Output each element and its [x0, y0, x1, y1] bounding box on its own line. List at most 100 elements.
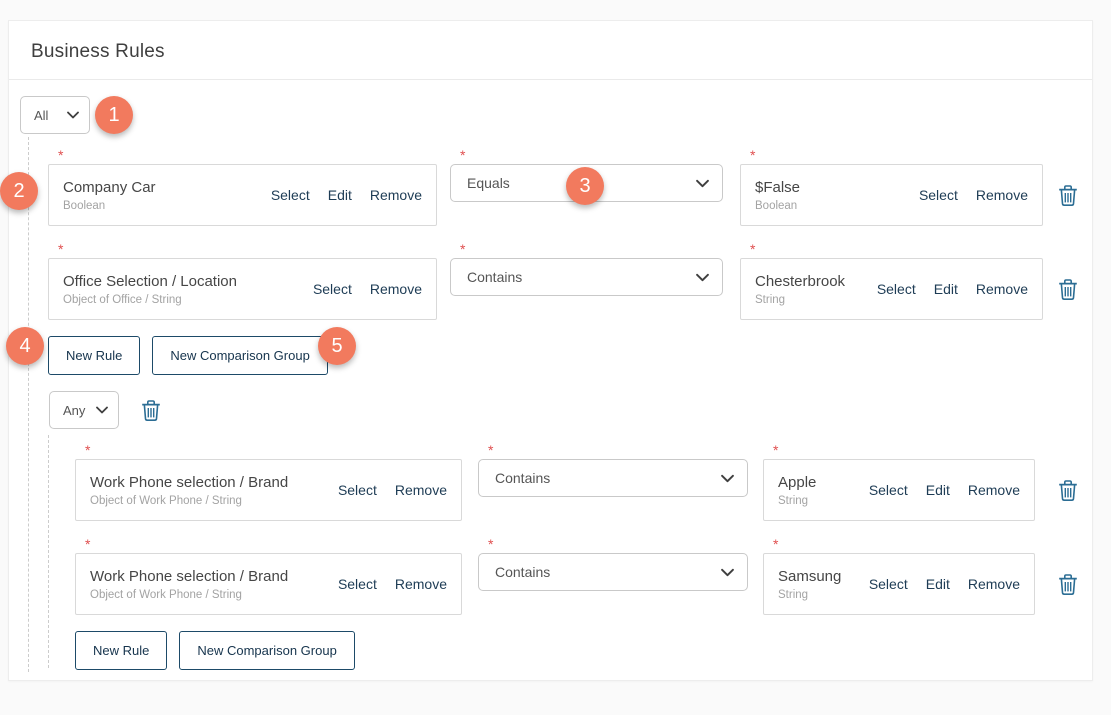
field-title: Office Selection / Location: [63, 273, 301, 290]
field-type: Object of Work Phone / String: [90, 589, 326, 601]
chevron-down-icon: [721, 474, 734, 483]
field-type: Object of Office / String: [63, 294, 301, 306]
select-link[interactable]: Select: [313, 281, 352, 297]
new-rule-button[interactable]: New Rule: [48, 336, 140, 375]
select-link[interactable]: Select: [338, 482, 377, 498]
value-titles: Samsung String: [778, 568, 857, 601]
new-comparison-group-button[interactable]: New Comparison Group: [152, 336, 327, 375]
field-type: Object of Work Phone / String: [90, 495, 326, 507]
delete-rule-wrap: [1058, 553, 1078, 615]
value-type: String: [755, 294, 865, 306]
callout-badge-5: 5: [318, 327, 356, 365]
operator-select[interactable]: Contains: [450, 258, 723, 296]
field-actions: Select Remove: [338, 482, 447, 498]
nested-rules-container: * Work Phone selection / Brand Object of…: [75, 443, 1092, 670]
select-link[interactable]: Select: [869, 576, 908, 592]
edit-link[interactable]: Edit: [328, 187, 352, 203]
operator-select[interactable]: Contains: [478, 459, 748, 497]
value-title: $False: [755, 179, 907, 196]
group-logic-row: All 1: [20, 96, 1092, 134]
nested-group-logic-select[interactable]: Any: [49, 391, 119, 429]
delete-rule-wrap: [1058, 258, 1078, 320]
value-type: Boolean: [755, 200, 907, 212]
business-rules-card: Business Rules 2 3 4 5 All 1 * Com: [8, 20, 1093, 681]
edit-link[interactable]: Edit: [934, 281, 958, 297]
trash-icon: [1058, 479, 1078, 501]
required-asterisk: *: [773, 443, 1035, 458]
group-connector-line: [28, 137, 29, 672]
select-link[interactable]: Select: [919, 187, 958, 203]
delete-rule-wrap: [1058, 459, 1078, 521]
delete-rule-button[interactable]: [1058, 479, 1078, 501]
value-title: Samsung: [778, 568, 857, 585]
value-actions: Select Remove: [919, 187, 1028, 203]
value-type: String: [778, 589, 857, 601]
field-actions: Select Remove: [338, 576, 447, 592]
callout-badge-2: 2: [0, 172, 38, 210]
chevron-down-icon: [96, 406, 108, 414]
field-actions: Select Edit Remove: [271, 187, 422, 203]
edit-link[interactable]: Edit: [926, 576, 950, 592]
value-titles: $False Boolean: [755, 179, 907, 212]
select-link[interactable]: Select: [877, 281, 916, 297]
callout-badge-3: 3: [566, 167, 604, 205]
remove-link[interactable]: Remove: [370, 187, 422, 203]
group-logic-value: All: [34, 108, 48, 123]
value-column: * Apple String Select Edit Remove: [763, 443, 1035, 521]
value-actions: Select Edit Remove: [869, 576, 1020, 592]
field-column: * Work Phone selection / Brand Object of…: [75, 537, 462, 615]
value-column: * Chesterbrook String Select Edit Remove: [740, 242, 1043, 320]
group-logic-select[interactable]: All: [20, 96, 90, 134]
new-rule-button[interactable]: New Rule: [75, 631, 167, 670]
nested-comparison-group: Any * Work Phone selec: [48, 391, 1092, 670]
nested-group-connector-line: [48, 435, 49, 668]
remove-link[interactable]: Remove: [968, 576, 1020, 592]
remove-link[interactable]: Remove: [968, 482, 1020, 498]
required-asterisk: *: [488, 443, 748, 458]
select-link[interactable]: Select: [338, 576, 377, 592]
field-title: Company Car: [63, 179, 259, 196]
value-title: Chesterbrook: [755, 273, 865, 290]
remove-link[interactable]: Remove: [976, 187, 1028, 203]
edit-link[interactable]: Edit: [926, 482, 950, 498]
operator-select[interactable]: Contains: [478, 553, 748, 591]
field-box: Work Phone selection / Brand Object of W…: [75, 459, 462, 521]
field-title: Work Phone selection / Brand: [90, 474, 326, 491]
value-column: * $False Boolean Select Remove: [740, 148, 1043, 226]
remove-link[interactable]: Remove: [976, 281, 1028, 297]
operator-value: Contains: [467, 269, 522, 285]
delete-rule-button[interactable]: [1058, 573, 1078, 595]
select-link[interactable]: Select: [869, 482, 908, 498]
value-box: Chesterbrook String Select Edit Remove: [740, 258, 1043, 320]
card-body: 2 3 4 5 All 1 * Company Car Boolean: [9, 80, 1092, 680]
field-actions: Select Remove: [313, 281, 422, 297]
chevron-down-icon: [696, 179, 709, 188]
value-box: $False Boolean Select Remove: [740, 164, 1043, 226]
required-asterisk: *: [750, 148, 1043, 163]
delete-rule-button[interactable]: [1058, 184, 1078, 206]
nested-group-logic-row: Any: [49, 391, 1092, 429]
rule-row: * Work Phone selection / Brand Object of…: [75, 443, 1092, 521]
operator-column: * Contains: [450, 242, 723, 296]
operator-value: Equals: [467, 175, 510, 191]
new-comparison-group-button[interactable]: New Comparison Group: [179, 631, 354, 670]
card-header: Business Rules: [9, 21, 1092, 80]
trash-icon: [141, 399, 161, 421]
operator-column: * Contains: [478, 443, 748, 497]
value-actions: Select Edit Remove: [877, 281, 1028, 297]
select-link[interactable]: Select: [271, 187, 310, 203]
trash-icon: [1058, 573, 1078, 595]
delete-rule-button[interactable]: [1058, 278, 1078, 300]
remove-link[interactable]: Remove: [395, 576, 447, 592]
rule-row: * Work Phone selection / Brand Object of…: [75, 537, 1092, 615]
field-titles: Office Selection / Location Object of Of…: [63, 273, 301, 306]
remove-link[interactable]: Remove: [395, 482, 447, 498]
value-column: * Samsung String Select Edit Remove: [763, 537, 1035, 615]
delete-group-button[interactable]: [141, 399, 161, 421]
rules-container: * Company Car Boolean Select Edit Remove: [48, 148, 1092, 670]
nested-group-actions: New Rule New Comparison Group: [75, 631, 1092, 670]
remove-link[interactable]: Remove: [370, 281, 422, 297]
chevron-down-icon: [696, 273, 709, 282]
callout-badge-4: 4: [6, 327, 44, 365]
trash-icon: [1058, 278, 1078, 300]
